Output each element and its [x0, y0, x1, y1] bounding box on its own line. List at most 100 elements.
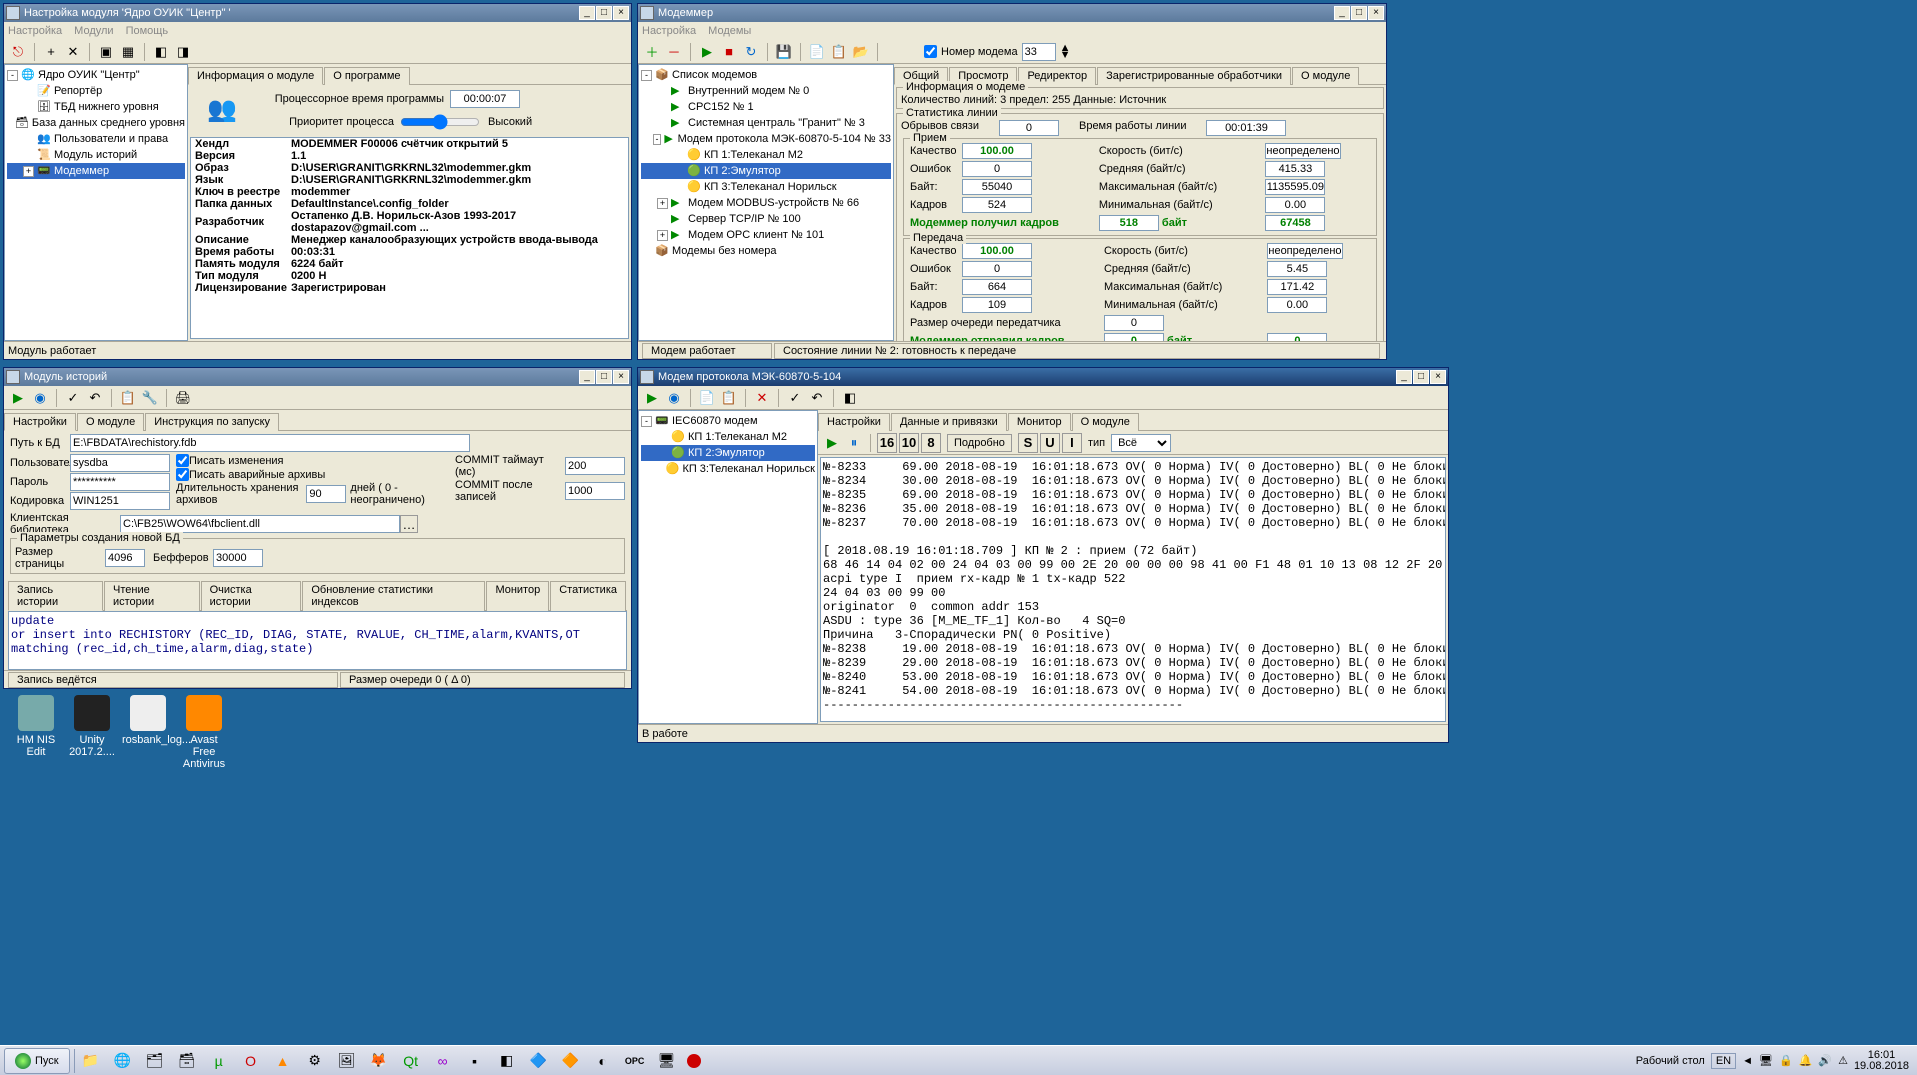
- tree-node[interactable]: 🟡КП 1:Телеканал М2: [641, 429, 815, 445]
- expand-icon[interactable]: +: [23, 166, 34, 177]
- tab[interactable]: Очистка истории: [201, 581, 302, 611]
- tree-node[interactable]: -▶Модем протокола МЭК-60870-5-104 № 33: [641, 131, 891, 147]
- vs-icon[interactable]: ∞: [431, 1049, 455, 1073]
- tab[interactable]: Инструкция по запуску: [145, 413, 279, 431]
- copy-icon[interactable]: 📋: [118, 388, 138, 408]
- tree-node[interactable]: ▶Сервер TCP/IP № 100: [641, 211, 891, 227]
- tab[interactable]: Данные и привязки: [891, 413, 1007, 431]
- doc-icon[interactable]: 📄: [697, 388, 717, 408]
- minimize-icon[interactable]: _: [1334, 6, 1350, 20]
- tool-icon[interactable]: 📋: [829, 42, 849, 62]
- app-icon[interactable]: 🔷: [527, 1049, 551, 1073]
- file-manager-icon[interactable]: 🗃: [175, 1049, 199, 1073]
- play-icon[interactable]: ▶: [697, 42, 717, 62]
- show-desktop[interactable]: Рабочий стол: [1636, 1055, 1705, 1067]
- filter-i-button[interactable]: I: [1062, 433, 1082, 453]
- app-icon[interactable]: [687, 1054, 701, 1068]
- tool-icon[interactable]: ◧: [151, 42, 171, 62]
- expand-icon[interactable]: -: [641, 416, 652, 427]
- tree-node[interactable]: +▶Модем MODBUS-устройств № 66: [641, 195, 891, 211]
- app-icon[interactable]: 🔶: [559, 1049, 583, 1073]
- tree-node[interactable]: -🌐Ядро ОУИК "Центр": [7, 67, 185, 83]
- app-icon[interactable]: 🖥: [655, 1049, 679, 1073]
- stop-icon[interactable]: ■: [719, 42, 739, 62]
- terminal-icon[interactable]: ▪: [463, 1049, 487, 1073]
- filter-s-button[interactable]: S: [1018, 433, 1038, 453]
- tray-icon[interactable]: ◄: [1742, 1055, 1753, 1067]
- tree-node[interactable]: 📝Репортёр: [7, 83, 185, 99]
- expand-icon[interactable]: +: [657, 230, 668, 241]
- maximize-icon[interactable]: □: [596, 6, 612, 20]
- maximize-icon[interactable]: □: [1351, 6, 1367, 20]
- record-icon[interactable]: ◉: [30, 388, 50, 408]
- password-input[interactable]: [70, 473, 170, 491]
- app-icon[interactable]: ◧: [495, 1049, 519, 1073]
- add-icon[interactable]: +: [41, 42, 61, 62]
- client-lib-input[interactable]: [120, 515, 400, 533]
- save-icon[interactable]: 💾: [774, 42, 794, 62]
- menu-item[interactable]: Настройка: [642, 25, 696, 37]
- archive-days-input[interactable]: [306, 485, 346, 503]
- remove-icon[interactable]: ✕: [63, 42, 83, 62]
- tree-node[interactable]: 🗄ТБД нижнего уровня: [7, 99, 185, 115]
- play-icon[interactable]: ▶: [642, 388, 662, 408]
- expand-icon[interactable]: +: [657, 198, 668, 209]
- tool-icon[interactable]: 📄: [807, 42, 827, 62]
- tree-node[interactable]: 👥Пользователи и права: [7, 131, 185, 147]
- exit-icon[interactable]: ⎋: [8, 42, 28, 62]
- minimize-icon[interactable]: _: [579, 6, 595, 20]
- close-icon[interactable]: ×: [1430, 370, 1446, 384]
- menu-item[interactable]: Модули: [74, 25, 113, 37]
- tree-node[interactable]: 🟡КП 1:Телеканал М2: [641, 147, 891, 163]
- tree-node[interactable]: 🟢КП 2:Эмулятор: [641, 163, 891, 179]
- gimp-icon[interactable]: 🦊: [367, 1049, 391, 1073]
- undo-icon[interactable]: ↶: [85, 388, 105, 408]
- remove-icon[interactable]: －: [664, 42, 684, 62]
- file-manager-icon[interactable]: 🗂: [143, 1049, 167, 1073]
- tab[interactable]: Запись истории: [8, 581, 103, 611]
- kp-tree[interactable]: -📟IEC60870 модем🟡КП 1:Телеканал М2🟢КП 2:…: [638, 410, 818, 724]
- record-icon[interactable]: ◉: [664, 388, 684, 408]
- desktop-icon[interactable]: Avast Free Antivirus: [178, 695, 230, 770]
- tab[interactable]: О модуле: [1072, 413, 1139, 431]
- tab-info[interactable]: Информация о модуле: [188, 67, 323, 85]
- desktop-icon[interactable]: HM NIS Edit: [10, 695, 62, 758]
- module-tree[interactable]: -🌐Ядро ОУИК "Центр"📝Репортёр🗄ТБД нижнего…: [4, 64, 188, 341]
- opera-icon[interactable]: O: [239, 1049, 263, 1073]
- menu-item[interactable]: Модемы: [708, 25, 751, 37]
- buffers-input[interactable]: [213, 549, 263, 567]
- tab[interactable]: О модуле: [77, 413, 144, 431]
- undo-icon[interactable]: ↶: [807, 388, 827, 408]
- close-icon[interactable]: ×: [1368, 6, 1384, 20]
- tool-icon[interactable]: 📂: [851, 42, 871, 62]
- desktop-icon[interactable]: rosbank_log...: [122, 695, 174, 746]
- priority-slider[interactable]: [400, 114, 480, 130]
- pause-icon[interactable]: ⏸: [844, 433, 864, 453]
- minimize-icon[interactable]: _: [1396, 370, 1412, 384]
- tab-about[interactable]: О программе: [324, 67, 409, 85]
- base-16-button[interactable]: 16: [877, 433, 897, 453]
- tab[interactable]: Обновление статистики индексов: [302, 581, 485, 611]
- encoding-input[interactable]: [70, 492, 170, 510]
- tree-node[interactable]: -📟IEC60870 модем: [641, 413, 815, 429]
- tray-icon[interactable]: 🔔: [1799, 1054, 1813, 1067]
- copy-icon[interactable]: 📋: [719, 388, 739, 408]
- filter-u-button[interactable]: U: [1040, 433, 1060, 453]
- tool-icon[interactable]: ◨: [173, 42, 193, 62]
- start-button[interactable]: Пуск: [4, 1048, 70, 1074]
- tab[interactable]: Монитор: [486, 581, 549, 611]
- expand-icon[interactable]: -: [641, 70, 652, 81]
- apply-icon[interactable]: ✓: [63, 388, 83, 408]
- commit-after-input[interactable]: [565, 482, 625, 500]
- tree-node[interactable]: 🟡КП 3:Телеканал Норильск: [641, 179, 891, 195]
- language-indicator[interactable]: EN: [1711, 1053, 1736, 1069]
- menu-item[interactable]: Помощь: [126, 25, 169, 37]
- explorer-icon[interactable]: 📁: [79, 1049, 103, 1073]
- delete-icon[interactable]: ✕: [752, 388, 772, 408]
- modem-tree[interactable]: -📦Список модемов▶Внутренний модем № 0▶CP…: [638, 64, 894, 341]
- tab[interactable]: О модуле: [1292, 67, 1359, 85]
- menu-item[interactable]: Настройка: [8, 25, 62, 37]
- tree-node[interactable]: ▶Внутренний модем № 0: [641, 83, 891, 99]
- apply-icon[interactable]: ✓: [785, 388, 805, 408]
- play-icon[interactable]: ▶: [822, 433, 842, 453]
